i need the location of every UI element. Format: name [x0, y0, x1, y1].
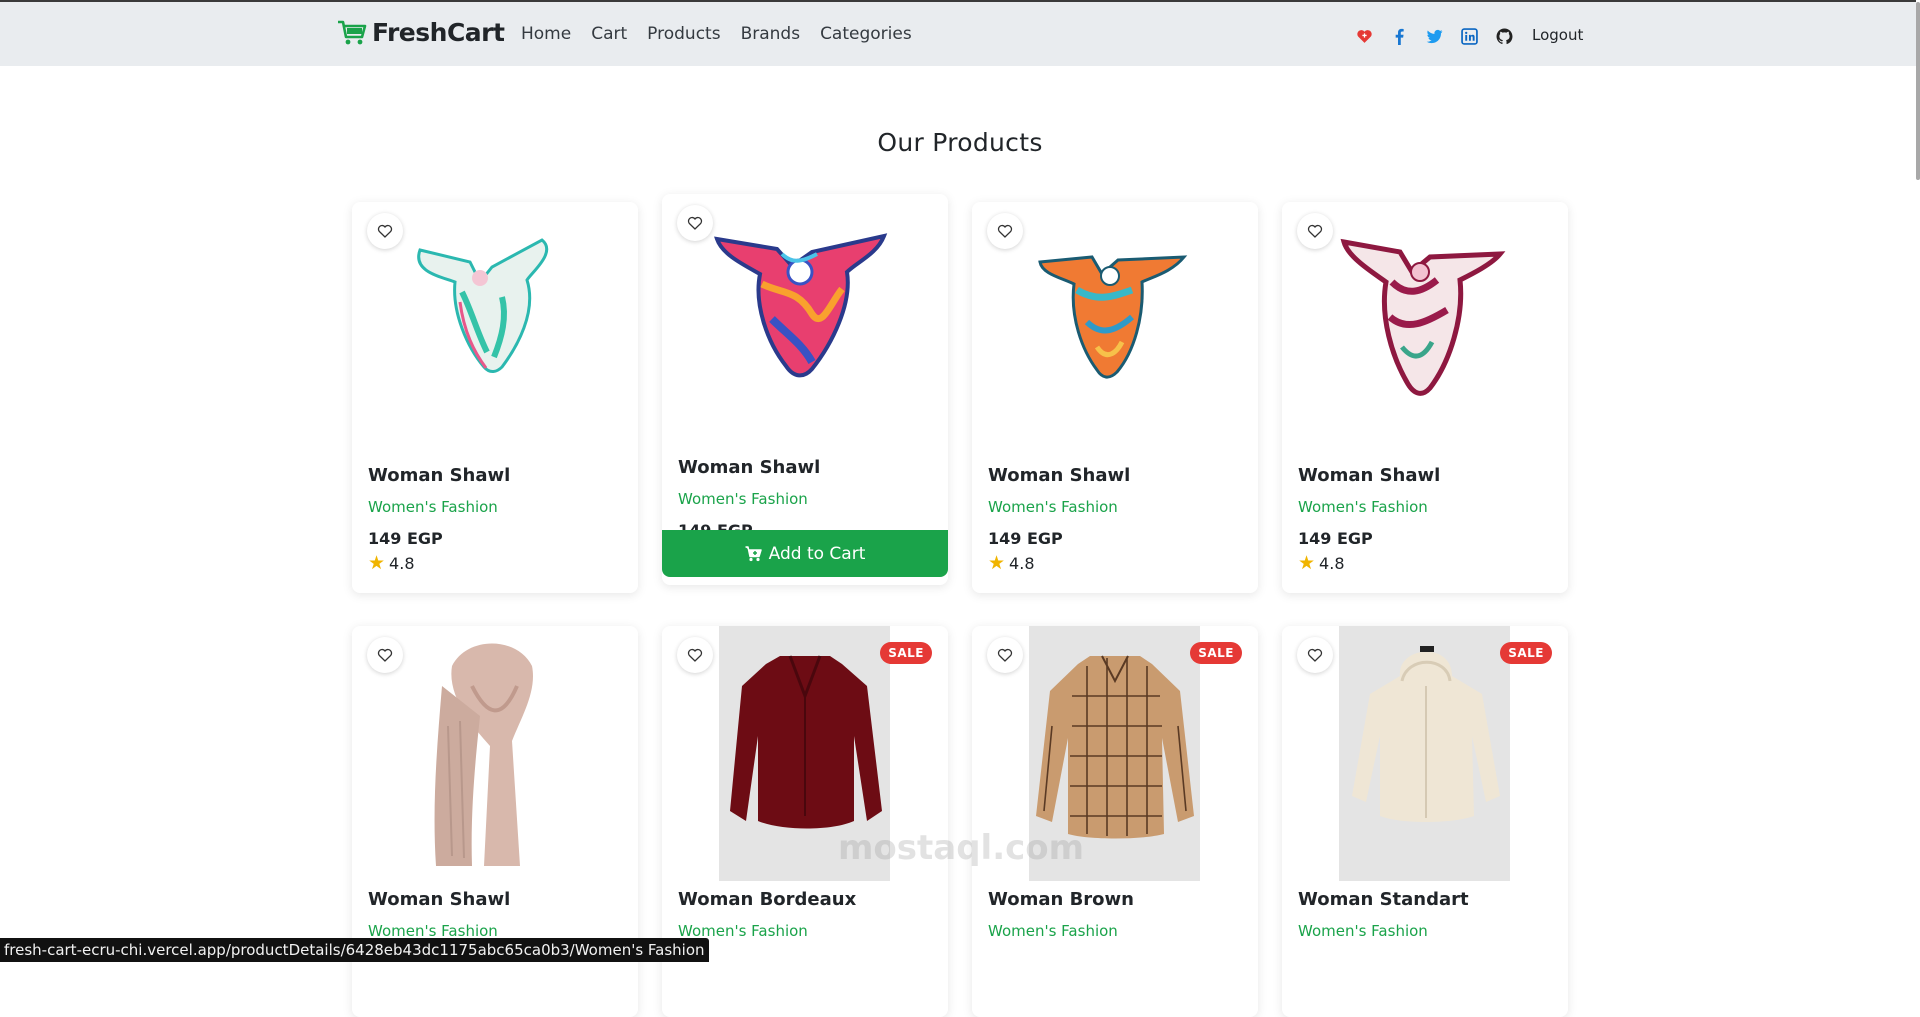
- product-card[interactable]: Woman Shawl Women's Fashion 149 EGP ★ 4.8: [352, 202, 638, 593]
- product-category: Women's Fashion: [1298, 922, 1428, 940]
- product-title[interactable]: Woman Shawl: [678, 457, 820, 478]
- heart-icon: [687, 648, 703, 662]
- sale-badge: SALE: [880, 642, 932, 664]
- product-category: Women's Fashion: [988, 922, 1118, 940]
- wishlist-button[interactable]: [367, 213, 403, 249]
- add-to-cart-button[interactable]: Add to Cart: [662, 530, 948, 577]
- product-price: 149 EGP: [988, 529, 1063, 548]
- brand-name: FreshCart: [372, 18, 505, 47]
- nav-link-home[interactable]: Home: [521, 24, 571, 44]
- cart-icon: [338, 20, 367, 44]
- product-category: Women's Fashion: [368, 498, 498, 516]
- product-rating: ★ 4.8: [368, 552, 415, 574]
- heart-icon: [377, 648, 393, 662]
- page-title: Our Products: [877, 128, 1043, 157]
- heart-icon: [997, 648, 1013, 662]
- product-rating: ★ 4.8: [988, 552, 1035, 574]
- heart-icon: [1307, 648, 1323, 662]
- linkedin-icon[interactable]: [1459, 26, 1479, 46]
- wishlist-button[interactable]: [1297, 637, 1333, 673]
- social-links: [1354, 26, 1529, 46]
- sale-badge: SALE: [1190, 642, 1242, 664]
- heart-icon: [997, 224, 1013, 238]
- cart-plus-icon: [745, 545, 762, 561]
- product-title[interactable]: Woman Shawl: [368, 889, 510, 910]
- product-title[interactable]: Woman Bordeaux: [678, 889, 856, 910]
- star-icon: ★: [1298, 552, 1316, 574]
- product-card[interactable]: Woman Shawl Women's Fashion 149 EGP ★ 4.8: [1282, 202, 1568, 593]
- product-card[interactable]: SALE Woman Brown Women's Fashion: [972, 626, 1258, 1017]
- product-card[interactable]: SALE Woman Standart Women's Fashion: [1282, 626, 1568, 1017]
- wishlist-button[interactable]: [987, 637, 1023, 673]
- wishlist-button[interactable]: [367, 637, 403, 673]
- watermark: mostaql.com: [838, 828, 1085, 868]
- twitter-icon[interactable]: [1424, 26, 1444, 46]
- rating-value: 4.8: [389, 553, 415, 573]
- product-title[interactable]: Woman Brown: [988, 889, 1134, 910]
- nav-link-categories[interactable]: Categories: [820, 24, 912, 44]
- product-category: Women's Fashion: [678, 490, 808, 508]
- wishlist-button[interactable]: [677, 637, 713, 673]
- product-category: Women's Fashion: [988, 498, 1118, 516]
- heart-icon: [687, 216, 703, 230]
- rating-value: 4.8: [1009, 553, 1035, 573]
- wishlist-heart-icon[interactable]: [1354, 26, 1374, 46]
- nav-links: Home Cart Products Brands Categories: [521, 24, 932, 44]
- add-to-cart-label: Add to Cart: [768, 543, 866, 564]
- sale-badge: SALE: [1500, 642, 1552, 664]
- product-title[interactable]: Woman Shawl: [368, 465, 510, 486]
- facebook-icon[interactable]: [1389, 26, 1409, 46]
- status-bar-url: fresh-cart-ecru-chi.vercel.app/productDe…: [0, 938, 709, 962]
- wishlist-button[interactable]: [1297, 213, 1333, 249]
- product-price: 149 EGP: [1298, 529, 1373, 548]
- product-title[interactable]: Woman Standart: [1298, 889, 1469, 910]
- nav-link-products[interactable]: Products: [647, 24, 720, 44]
- product-price: 149 EGP: [368, 529, 443, 548]
- logout-link[interactable]: Logout: [1532, 26, 1583, 44]
- product-card-hovered[interactable]: Woman Shawl Women's Fashion 149 EGP Add …: [662, 194, 948, 585]
- navbar: FreshCart Home Cart Products Brands Cate…: [0, 0, 1916, 66]
- heart-icon: [1307, 224, 1323, 238]
- star-icon: ★: [988, 552, 1006, 574]
- star-icon: ★: [368, 552, 386, 574]
- product-title[interactable]: Woman Shawl: [988, 465, 1130, 486]
- nav-link-brands[interactable]: Brands: [741, 24, 801, 44]
- wishlist-button[interactable]: [677, 205, 713, 241]
- rating-value: 4.8: [1319, 553, 1345, 573]
- heart-icon: [377, 224, 393, 238]
- wishlist-button[interactable]: [987, 213, 1023, 249]
- nav-link-cart[interactable]: Cart: [591, 24, 627, 44]
- product-rating: ★ 4.8: [1298, 552, 1345, 574]
- product-title[interactable]: Woman Shawl: [1298, 465, 1440, 486]
- product-category: Women's Fashion: [1298, 498, 1428, 516]
- github-icon[interactable]: [1494, 26, 1514, 46]
- product-card[interactable]: Woman Shawl Women's Fashion 149 EGP ★ 4.8: [972, 202, 1258, 593]
- brand-logo[interactable]: FreshCart: [336, 18, 505, 47]
